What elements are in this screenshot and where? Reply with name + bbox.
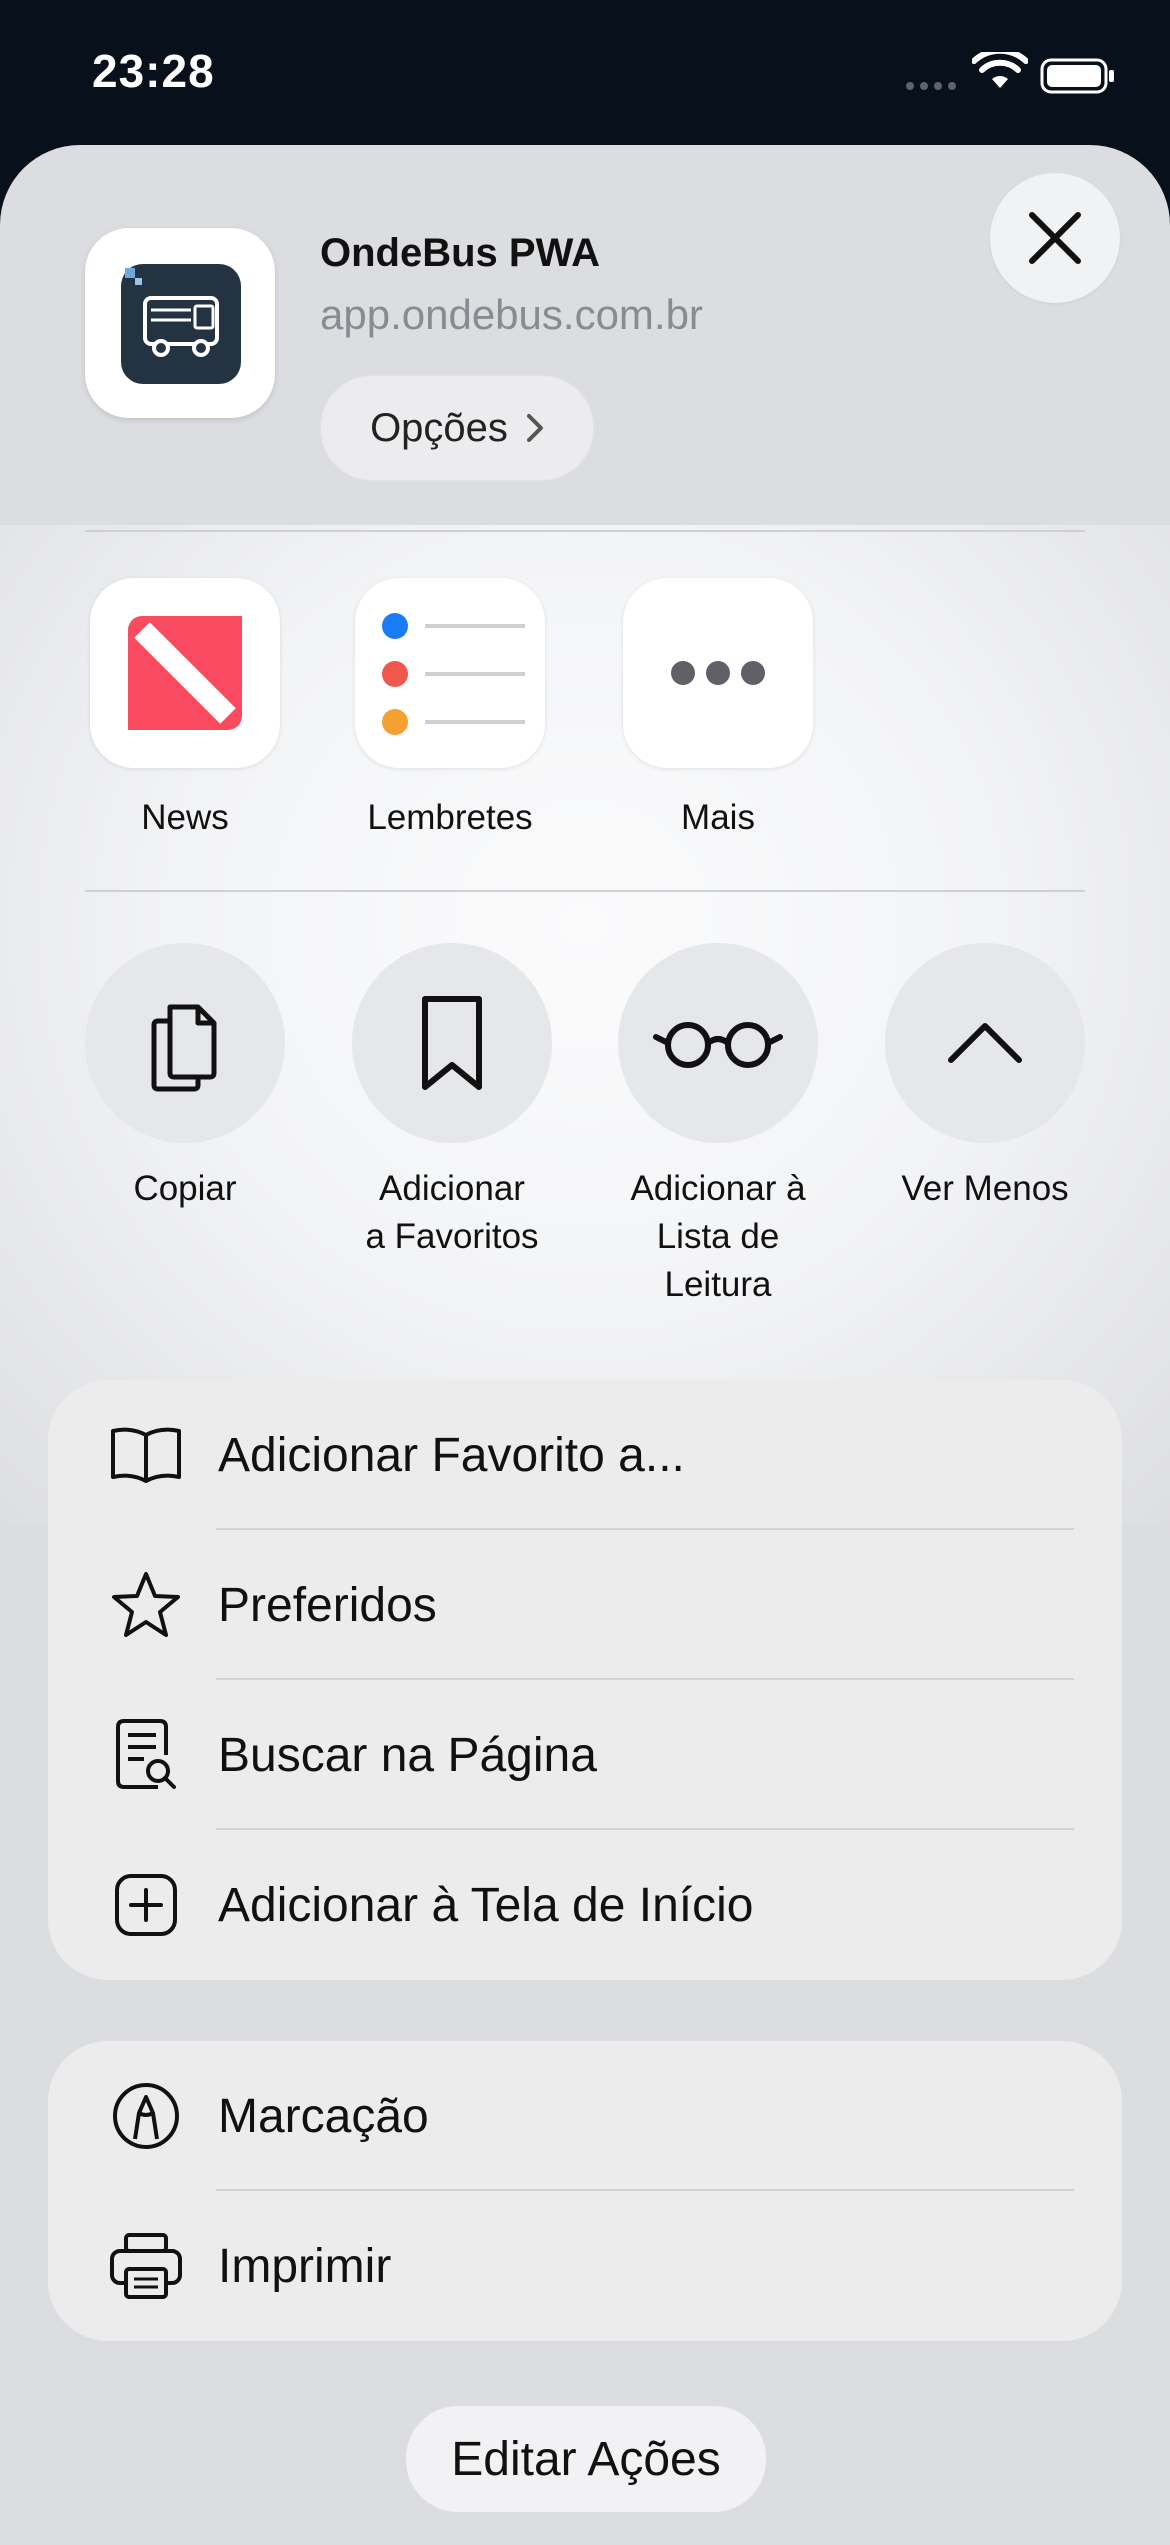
status-time: 23:28 — [92, 45, 215, 97]
share-app-label: Mais — [681, 798, 755, 837]
menu-item-label: Preferidos — [218, 1578, 437, 1632]
action-see-less[interactable]: Ver Menos — [865, 943, 1105, 1213]
options-label: Opções — [370, 405, 508, 450]
cellular-signal-icon — [906, 82, 958, 90]
app-title: OndeBus PWA — [320, 231, 601, 275]
action-label: Adicionar a Favoritos — [365, 1169, 539, 1256]
wifi-icon — [972, 52, 1028, 88]
add-square-icon — [106, 1865, 186, 1945]
menu-item-find-in-page[interactable]: Buscar na Página — [48, 1680, 1122, 1830]
action-label: Ver Menos — [901, 1169, 1069, 1208]
bus-icon — [121, 264, 241, 384]
options-button[interactable]: Opções — [320, 375, 594, 481]
menu-item-label: Imprimir — [218, 2239, 392, 2293]
app-icon — [85, 228, 275, 418]
printer-icon — [106, 2226, 186, 2306]
close-icon — [1029, 212, 1081, 264]
markup-icon — [106, 2076, 186, 2156]
menu-item-add-bookmark-to[interactable]: Adicionar Favorito a... — [48, 1380, 1122, 1530]
share-app-news[interactable]: News — [87, 578, 283, 838]
share-app-label: Lembretes — [367, 798, 533, 837]
action-copy[interactable]: Copiar — [65, 943, 305, 1213]
news-app-icon — [90, 578, 280, 768]
menu-item-favorites[interactable]: Preferidos — [48, 1530, 1122, 1680]
copy-icon — [151, 1004, 217, 1092]
chevron-right-icon — [526, 414, 543, 442]
more-icon — [623, 578, 813, 768]
divider — [85, 890, 1085, 892]
share-app-reminders[interactable]: Lembretes — [352, 578, 548, 838]
menu-item-markup[interactable]: Marcação — [48, 2041, 1122, 2191]
glasses-icon — [653, 1022, 783, 1068]
edit-actions-button[interactable]: Editar Ações — [405, 2405, 767, 2513]
menu-item-label: Adicionar Favorito a... — [218, 1428, 685, 1482]
action-add-bookmark[interactable]: Adicionar a Favoritos — [332, 943, 572, 1261]
menu-item-label: Buscar na Página — [218, 1728, 597, 1782]
menu-item-print[interactable]: Imprimir — [48, 2191, 1122, 2341]
share-sheet: OndeBus PWA app.ondebus.com.br Opções Ne… — [0, 145, 1170, 2545]
star-icon — [106, 1565, 186, 1645]
share-app-more[interactable]: Mais — [620, 578, 816, 838]
menu-group-primary: Adicionar Favorito a... Preferidos Busca… — [48, 1380, 1122, 1980]
action-label: Adicionar à Lista de Leitura — [630, 1169, 806, 1304]
menu-group-secondary: Marcação Imprimir — [48, 2041, 1122, 2341]
menu-item-label: Marcação — [218, 2089, 429, 2143]
chevron-up-icon — [948, 1023, 1022, 1063]
reminders-app-icon — [355, 578, 545, 768]
action-reading-list[interactable]: Adicionar à Lista de Leitura — [598, 943, 838, 1309]
bookmark-icon — [422, 996, 482, 1090]
share-app-label: News — [141, 798, 229, 837]
find-in-page-icon — [106, 1715, 186, 1795]
close-button[interactable] — [990, 173, 1120, 303]
battery-icon — [1040, 58, 1114, 94]
app-url: app.ondebus.com.br — [320, 291, 703, 338]
divider — [85, 530, 1085, 532]
book-icon — [106, 1415, 186, 1495]
menu-item-add-to-home-screen[interactable]: Adicionar à Tela de Início — [48, 1830, 1122, 1980]
menu-item-label: Adicionar à Tela de Início — [218, 1878, 754, 1932]
action-label: Copiar — [133, 1169, 237, 1208]
status-bar: 23:28 — [0, 0, 1170, 140]
